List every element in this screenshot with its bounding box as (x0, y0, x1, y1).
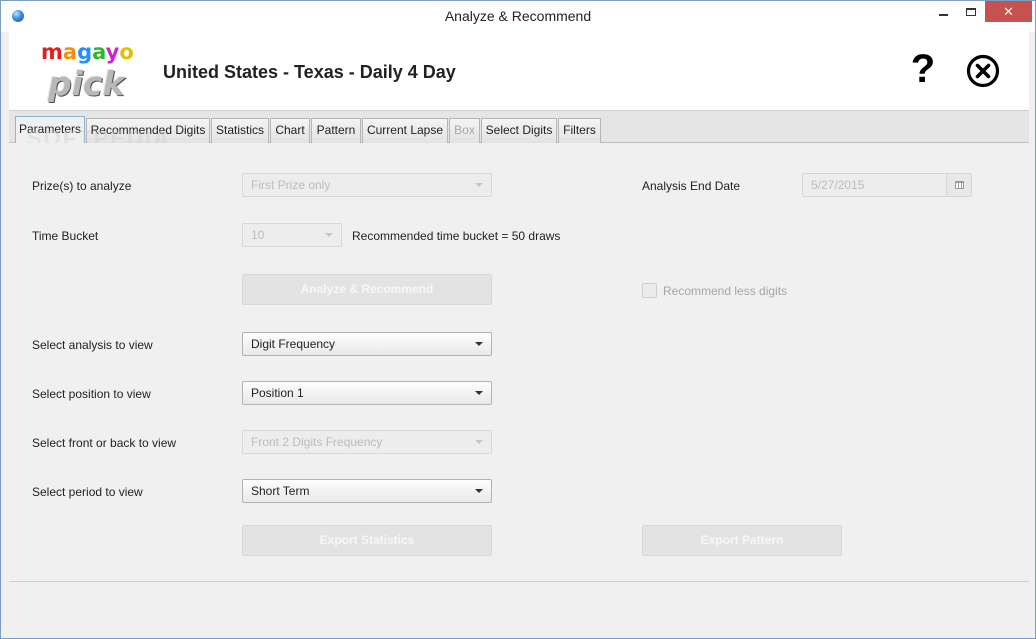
tab-box: Box (449, 118, 480, 143)
analyze-recommend-button: Analyze & Recommend (242, 274, 492, 305)
chevron-down-icon (325, 233, 333, 237)
chevron-down-icon (475, 440, 483, 444)
analysis-select[interactable]: Digit Frequency (242, 332, 492, 356)
chevron-down-icon (475, 342, 483, 346)
tab-chart[interactable]: Chart (270, 118, 310, 143)
prize-label: Prize(s) to analyze (32, 179, 132, 193)
recommend-less-label: Recommend less digits (663, 284, 788, 298)
export-pattern-button: Export Pattern (642, 525, 842, 556)
front-back-label: Select front or back to view (32, 436, 177, 450)
prize-select-value: First Prize only (251, 178, 331, 192)
page-title: United States - Texas - Daily 4 Day (163, 62, 456, 82)
front-back-select-value: Front 2 Digits Frequency (251, 435, 383, 449)
end-date-value: 5/27/2015 (811, 178, 865, 192)
chevron-down-icon (475, 489, 483, 493)
position-label: Select position to view (32, 387, 151, 401)
tab-current-lapse[interactable]: Current Lapse (362, 118, 448, 143)
minimize-button[interactable] (929, 1, 957, 22)
calendar-icon (955, 181, 964, 189)
tab-filters[interactable]: Filters (558, 118, 601, 143)
logo-letter: o (119, 40, 134, 64)
export-statistics-button: Export Statistics (242, 525, 492, 556)
app-header: magayo pick United States - Texas - Dail… (9, 32, 1029, 111)
help-icon[interactable]: ? (906, 47, 940, 91)
recommend-less-checkbox (642, 283, 657, 298)
date-picker-button (946, 174, 971, 196)
minimize-icon (938, 13, 948, 16)
analysis-label: Select analysis to view (32, 338, 153, 352)
end-date-field: 5/27/2015 (802, 173, 972, 197)
logo-letter: a (62, 40, 78, 64)
period-select-value: Short Term (251, 484, 310, 498)
tab-select-digits[interactable]: Select Digits (481, 118, 557, 143)
logo-letter: y (105, 40, 120, 64)
analysis-select-value: Digit Frequency (251, 337, 336, 351)
chevron-down-icon (475, 183, 483, 187)
magayo-pick-logo: magayo pick (39, 40, 135, 103)
chevron-down-icon (475, 391, 483, 395)
bucket-select-value: 10 (251, 228, 265, 242)
logo-letter: g (77, 40, 93, 64)
tab-pattern[interactable]: Pattern (311, 118, 361, 143)
maximize-button[interactable] (957, 1, 985, 22)
maximize-icon (966, 7, 976, 16)
position-select-value: Position 1 (251, 386, 304, 400)
window-title: Analyze & Recommend (444, 8, 592, 24)
bucket-select: 10 (242, 223, 342, 247)
parameters-panel (9, 143, 1029, 581)
period-label: Select period to view (32, 485, 143, 499)
logo-letter: m (41, 40, 63, 64)
front-back-select: Front 2 Digits Frequency (242, 430, 492, 454)
status-bar (9, 581, 1029, 632)
bucket-label: Time Bucket (32, 229, 99, 243)
application-window: Analyze & Recommend ✕ magayo pick United… (0, 0, 1036, 639)
period-select[interactable]: Short Term (242, 479, 492, 503)
logo-letter: a (92, 40, 106, 64)
prize-select: First Prize only (242, 173, 492, 197)
position-select[interactable]: Position 1 (242, 381, 492, 405)
end-date-label: Analysis End Date (642, 179, 741, 193)
bucket-hint: Recommended time bucket = 50 draws (352, 229, 561, 243)
title-bar[interactable]: Analyze & Recommend ✕ (1, 1, 1035, 32)
close-window-button[interactable]: ✕ (985, 1, 1032, 22)
logo-top-text: magayo (41, 40, 134, 64)
tab-statistics[interactable]: Statistics (211, 118, 269, 143)
close-circle-icon[interactable] (966, 54, 1000, 88)
logo-bottom-text: pick (48, 64, 125, 103)
